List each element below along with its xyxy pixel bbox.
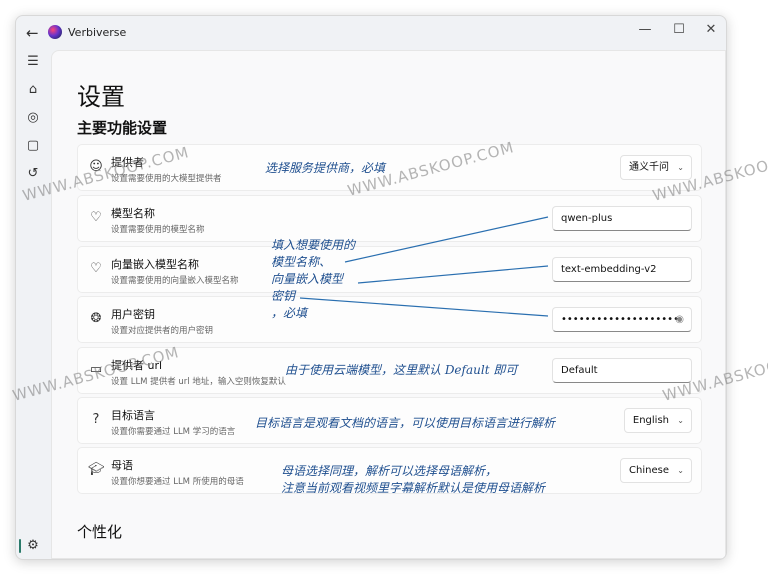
annotation-line: 注意当前观看视频里字幕解析默认是使用母语解析 [281,481,546,495]
arrow-key [299,297,549,317]
annotation-url: 由于使用云端模型，这里默认 Default 即可 [285,363,518,377]
annotation-target: 目标语言是观看文档的语言，可以使用目标语言进行解析 [255,416,556,430]
annotation-native: 母语选择同理，解析可以选择母语解析， 注意当前观看视频里字幕解析默认是使用母语解… [281,463,545,497]
arrow-model-name [344,216,549,263]
arrow-embedding [357,265,549,284]
annotation-arrows [299,216,549,317]
annotation-line: 母语选择同理，解析可以选择母语解析， [281,464,498,478]
